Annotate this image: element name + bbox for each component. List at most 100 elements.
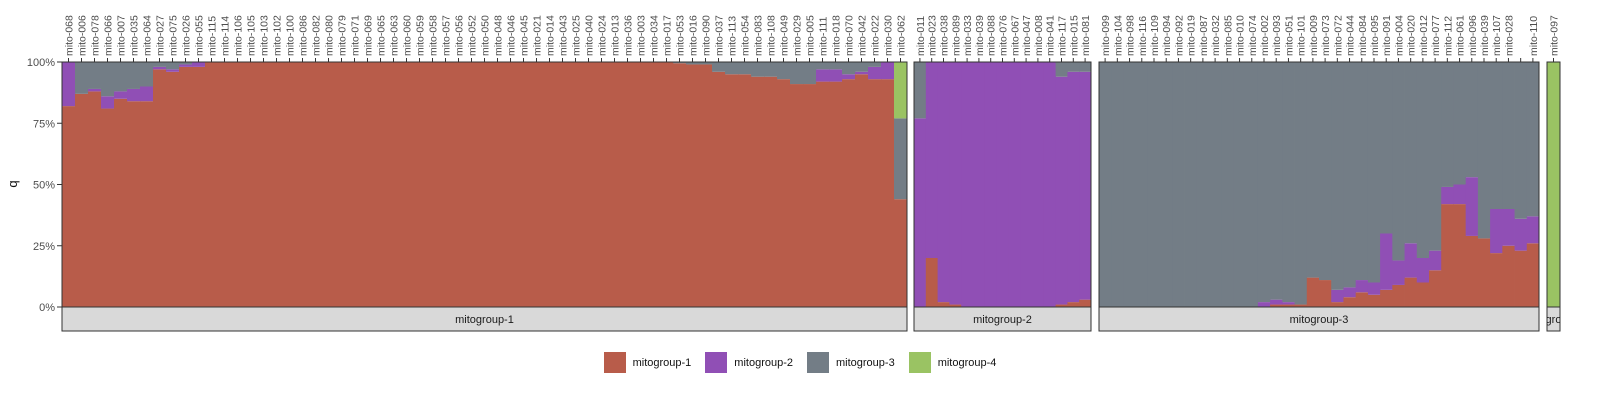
bar-segment xyxy=(361,62,375,307)
bar-segment xyxy=(1490,62,1503,209)
x-tick-label: mito-016 xyxy=(688,15,700,56)
facet-strip-label: mitogroup-2 xyxy=(973,314,1032,326)
bar-segment xyxy=(1429,250,1442,271)
bar-segment xyxy=(803,84,817,307)
bar-segment xyxy=(1392,284,1405,307)
bar-segment xyxy=(101,62,115,97)
bar-segment xyxy=(1429,62,1442,251)
x-tick-label: mito-094 xyxy=(1161,15,1173,56)
x-tick-label: mito-071 xyxy=(350,15,362,56)
bar-segment xyxy=(166,62,180,70)
bar-segment xyxy=(1514,250,1528,307)
x-tick-label: mito-090 xyxy=(701,15,713,56)
bar-segment xyxy=(439,62,453,307)
bar-segment xyxy=(829,69,843,82)
bar-segment xyxy=(790,62,804,85)
bar-segment xyxy=(925,62,938,258)
bar-segment xyxy=(1453,62,1467,185)
bar-segment xyxy=(1294,62,1308,305)
bar-segment xyxy=(1441,186,1454,205)
bar-segment xyxy=(1355,292,1369,307)
x-tick-label: mito-067 xyxy=(1009,15,1021,56)
bar-segment xyxy=(816,81,830,307)
x-tick-label: mito-078 xyxy=(90,15,102,56)
x-tick-label: mito-047 xyxy=(1021,15,1033,56)
x-tick-label: mito-025 xyxy=(571,15,583,56)
bar-segment xyxy=(894,199,908,307)
bar-segment xyxy=(491,62,505,307)
x-tick-label: mito-109 xyxy=(1149,15,1161,56)
bar-segment xyxy=(1111,62,1124,307)
bar-segment xyxy=(1502,209,1515,246)
bar-segment xyxy=(855,74,869,307)
bar-segment xyxy=(855,71,869,75)
bar-segment xyxy=(1355,280,1369,293)
x-tick-label: mito-114 xyxy=(220,16,232,56)
bar-segment xyxy=(842,74,856,80)
bar-segment xyxy=(1547,62,1561,307)
bar-segment xyxy=(400,62,414,307)
bar-segment xyxy=(1367,62,1381,283)
bar-segment xyxy=(114,91,128,99)
bar-segment xyxy=(1465,62,1479,178)
bar-segment xyxy=(1453,184,1467,205)
x-tick-label: mito-043 xyxy=(558,15,570,56)
bar-segment xyxy=(1331,289,1344,303)
bar-segment xyxy=(75,62,89,94)
x-tick-label: mito-033 xyxy=(962,15,974,56)
x-tick-label: mito-075 xyxy=(168,15,180,56)
bar-segment xyxy=(1319,62,1332,281)
x-tick-label: mito-006 xyxy=(77,15,89,56)
bar-segment xyxy=(725,62,739,75)
x-tick-label: mito-044 xyxy=(1345,15,1357,56)
bar-segment xyxy=(1282,62,1295,303)
bar-segment xyxy=(894,62,908,119)
bar-segment xyxy=(1079,71,1092,300)
bar-segment xyxy=(348,62,362,307)
bar-segment xyxy=(1355,62,1369,281)
bar-segment xyxy=(283,62,297,307)
x-tick-label: mito-093 xyxy=(1271,15,1283,56)
bar-segment xyxy=(114,98,128,307)
bar-segment xyxy=(88,91,102,308)
x-tick-label: mito-004 xyxy=(1393,15,1405,56)
y-tick-label: 0% xyxy=(39,302,55,314)
facet-strip-label: mitogroup-1 xyxy=(455,314,514,326)
x-tick-label: mito-102 xyxy=(272,15,284,56)
bar-segment xyxy=(257,62,271,307)
bar-segment xyxy=(647,62,661,307)
x-tick-label: mito-070 xyxy=(844,15,856,56)
bar-segment xyxy=(751,76,765,307)
x-tick-label: mito-083 xyxy=(753,15,765,56)
x-tick-label: mito-085 xyxy=(1222,15,1234,56)
legend-swatch xyxy=(807,352,829,373)
bar-segment xyxy=(1392,62,1405,261)
bar-segment xyxy=(1055,76,1068,305)
bar-segment xyxy=(530,62,544,307)
bar-segment xyxy=(1306,62,1320,278)
bar-segment xyxy=(937,302,950,307)
x-tick-label: mito-064 xyxy=(142,15,154,56)
bar-segment xyxy=(127,101,141,307)
bar-segment xyxy=(1380,289,1393,307)
bar-segment xyxy=(1257,302,1271,307)
y-axis-label: q xyxy=(5,180,20,187)
bar-segment xyxy=(1416,258,1430,283)
bar-segment xyxy=(1233,62,1247,307)
bar-segment xyxy=(543,62,557,307)
bar-segment xyxy=(114,62,128,92)
x-tick-label: mito-015 xyxy=(1068,15,1080,56)
bar-segment xyxy=(1343,62,1357,288)
bar-segment xyxy=(1123,62,1137,307)
bar-segment xyxy=(192,66,206,308)
x-tick-label: mito-066 xyxy=(103,15,115,56)
x-tick-label: mito-100 xyxy=(285,15,297,56)
bar-segment xyxy=(335,62,349,307)
bar-segment xyxy=(1367,294,1381,307)
x-tick-label: mito-039 xyxy=(974,15,986,56)
x-tick-label: mito-110 xyxy=(1528,16,1540,56)
bar-segment xyxy=(925,258,938,307)
legend: mitogroup-1 mitogroup-2 mitogroup-3 mito… xyxy=(0,352,1600,373)
bar-segment xyxy=(1032,62,1045,307)
x-tick-label: mito-046 xyxy=(506,15,518,56)
